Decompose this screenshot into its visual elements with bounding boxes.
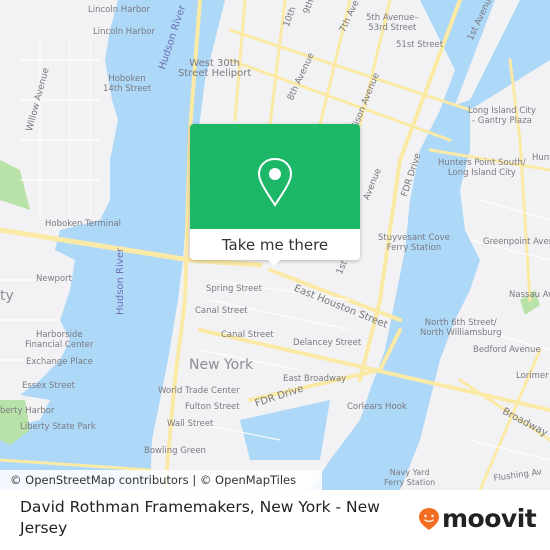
label-greenpoint-avenue: Greenpoint Avenue [483,237,550,247]
label-north-6th-street: North 6th Street/ North Williamsburg [420,318,502,338]
label-canal-street: Canal Street [195,306,248,316]
label-east-broadway: East Broadway [283,374,347,384]
label-jersey-city: ty [0,288,14,304]
label-exchange-place: Exchange Place [26,357,93,367]
label-stuyvesant-cove: Stuyvesant Cove Ferry Station [378,233,450,253]
label-new-york: New York [189,357,254,373]
moovit-wordmark: moovit [442,504,537,533]
label-essex-street: Essex Street [22,381,75,391]
map-widget: Lincoln Harbor Lincoln Harbor Hoboken 14… [0,0,550,550]
label-hoboken-terminal: Hoboken Terminal [45,219,122,229]
label-hunters-point-south: Hunters Point South/ Long Island City [438,158,526,178]
take-me-there-button[interactable]: Take me there [190,229,360,260]
label-world-trade-center: World Trade Center [158,386,240,396]
label-lincoln-harbor-2: Lincoln Harbor [93,27,155,37]
moovit-logo[interactable]: moovit [418,504,537,533]
label-navy-yard: Navy Yard Ferry Station [384,468,436,487]
label-hudson-river-south: Hudson River [115,248,126,315]
label-west-30th-heliport: West 30th Street Heliport [178,58,252,79]
label-bowling-green: Bowling Green [144,446,206,456]
label-canal-street-2: Canal Street [221,330,274,340]
label-lorimer: Lorimer [516,371,549,381]
label-liberty-harbor: berty Harbor [0,406,55,416]
destination-popup: Take me there [190,124,360,266]
label-liberty-state-park: Liberty State Park [20,422,96,432]
label-lincoln-harbor: Lincoln Harbor [88,5,150,15]
label-lic-gantry-plaza: Long Island City - Gantry Plaza [468,106,536,126]
popup-pointer [266,258,282,266]
map-pin-icon [257,157,293,207]
label-spring-street: Spring Street [206,284,262,294]
label-hoboken-14th: Hoboken 14th Street [103,74,152,94]
label-hunters-right: Hunt [532,153,550,163]
label-bedford-avenue: Bedford Avenue [473,345,541,355]
map-canvas[interactable]: Lincoln Harbor Lincoln Harbor Hoboken 14… [0,0,550,490]
place-title: David Rothman Framemakers, New York - Ne… [20,498,380,537]
label-fulton-street: Fulton Street [185,402,240,412]
label-51st-street: 51st Street [396,40,444,50]
label-newport: Newport [36,274,72,284]
label-delancey-street: Delancey Street [293,338,362,348]
footer-bar: David Rothman Framemakers, New York - Ne… [0,490,550,550]
moovit-pin-icon [419,507,439,530]
label-harborside: Harborside Financial Center [25,330,94,350]
map-attribution[interactable]: © OpenStreetMap contributors | © OpenMap… [0,470,322,490]
popup-header[interactable] [190,124,360,229]
label-corlears-hook: Corlears Hook [347,402,407,412]
label-5th-ave-53rd: 5th Avenue– 53rd Street [366,13,419,33]
label-nassau-avenue: Nassau Av [509,290,550,300]
label-wall-street: Wall Street [167,419,214,429]
